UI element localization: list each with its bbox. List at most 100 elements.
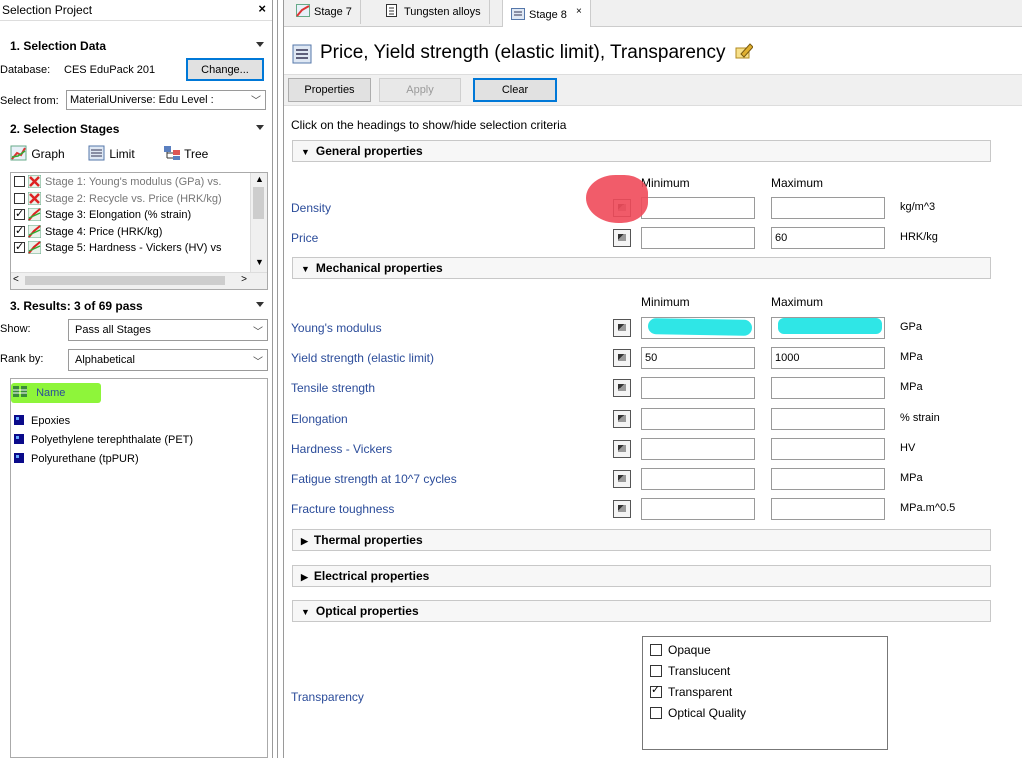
unit-label: MPa: [900, 381, 923, 394]
minimum-input[interactable]: [641, 407, 755, 430]
instruction-text: Click on the headings to show/hide selec…: [291, 118, 567, 132]
show-dropdown[interactable]: Pass all Stages ﹀: [68, 319, 268, 341]
maximum-column-header: Maximum: [771, 295, 824, 309]
panel-title-bar: Selection Project ×: [0, 0, 272, 21]
tab-stage-7[interactable]: Stage 7: [288, 0, 361, 24]
tab-stage-8[interactable]: Stage 8 ×: [502, 0, 591, 27]
scroll-thumb[interactable]: [253, 187, 264, 219]
stage-label: Stage 1: Young's modulus (GPa) vs.: [45, 176, 222, 188]
stage-checkbox[interactable]: [14, 176, 25, 187]
maximum-input[interactable]: [771, 377, 885, 400]
stage-label: Stage 2: Recycle vs. Price (HRK/kg): [45, 192, 222, 205]
minimum-input[interactable]: [641, 468, 755, 490]
transparency-option[interactable]: Translucent: [650, 664, 730, 678]
graph-stage-button[interactable]: Graph: [10, 145, 65, 165]
optical-properties-header[interactable]: ▼ Optical properties: [292, 600, 991, 622]
results-header[interactable]: 3. Results: 3 of 69 pass: [0, 296, 272, 316]
scroll-right-icon[interactable]: >: [241, 274, 247, 285]
scroll-up-icon[interactable]: ▲: [255, 174, 264, 184]
maximum-input[interactable]: [771, 197, 885, 219]
general-properties-header[interactable]: ▼ General properties: [292, 140, 991, 162]
stage-row[interactable]: Stage 2: Recycle vs. Price (HRK/kg): [14, 191, 222, 207]
stages-hscrollbar[interactable]: < >: [11, 272, 267, 289]
stage-graph-failed-icon: [27, 191, 42, 205]
limit-stage-button[interactable]: Limit: [88, 145, 135, 165]
maximum-input[interactable]: [771, 437, 885, 460]
stages-scrollbar[interactable]: ▲ ▼: [250, 173, 267, 273]
scroll-left-icon[interactable]: <: [13, 274, 19, 285]
collapse-arrow-icon: [256, 42, 264, 47]
transparency-option-label: Optical Quality: [668, 706, 747, 720]
tab-close-icon[interactable]: ×: [576, 6, 582, 17]
tab-tungsten-alloys[interactable]: Tungsten alloys: [378, 0, 490, 24]
result-item[interactable]: Polyurethane (tpPUR): [14, 450, 139, 468]
density-highlight-mark: [586, 175, 648, 223]
stage-checkbox[interactable]: [14, 239, 25, 255]
transparency-option[interactable]: Optical Quality: [650, 706, 746, 720]
tree-label: Tree: [184, 147, 209, 161]
maximum-column-header: Maximum: [771, 176, 824, 190]
panel-splitter[interactable]: [272, 0, 284, 758]
stage-row[interactable]: Stage 1: Young's modulus (GPa) vs.: [14, 174, 221, 190]
select-from-dropdown[interactable]: MaterialUniverse: Edu Level : ﹀: [66, 90, 266, 110]
chart-select-icon[interactable]: [613, 319, 631, 337]
stage-checkbox[interactable]: [14, 192, 25, 204]
thermal-properties-header[interactable]: ▶ Thermal properties: [292, 529, 991, 551]
limit-icon: [511, 8, 525, 20]
stage-row[interactable]: Stage 3: Elongation (% strain): [14, 206, 192, 223]
result-item[interactable]: Epoxies: [14, 412, 70, 430]
unit-label: GPa: [900, 321, 923, 333]
chart-select-icon[interactable]: [613, 439, 631, 458]
selection-stages-header[interactable]: 2. Selection Stages: [0, 119, 272, 139]
transparency-option[interactable]: Transparent: [650, 683, 732, 699]
maximum-input[interactable]: 60: [771, 227, 885, 249]
chart-select-icon[interactable]: [613, 409, 631, 428]
transparency-option[interactable]: Opaque: [650, 643, 711, 657]
apply-button[interactable]: Apply: [379, 78, 461, 102]
tab-label: Tungsten alloys: [404, 6, 481, 18]
change-database-button[interactable]: Change...: [186, 58, 264, 81]
stage-label: Stage 3: Elongation (% strain): [45, 209, 192, 221]
properties-button[interactable]: Properties: [288, 78, 371, 102]
result-item[interactable]: Polyethylene terephthalate (PET): [14, 431, 193, 449]
hscroll-thumb[interactable]: [25, 276, 225, 285]
transparency-checkbox[interactable]: [650, 665, 662, 677]
chart-select-icon[interactable]: [613, 349, 631, 368]
transparency-option-label: Opaque: [668, 643, 711, 657]
mechanical-properties-header[interactable]: ▼ Mechanical properties: [292, 257, 991, 279]
rank-by-dropdown[interactable]: Alphabetical ﹀: [68, 349, 268, 371]
edit-icon[interactable]: [735, 43, 754, 59]
chart-select-icon[interactable]: [613, 229, 631, 247]
selection-data-header[interactable]: 1. Selection Data: [0, 36, 272, 56]
stage-row[interactable]: Stage 5: Hardness - Vickers (HV) vs: [14, 239, 221, 256]
maximum-input[interactable]: [771, 407, 885, 430]
chart-select-icon[interactable]: [613, 379, 631, 398]
chart-select-icon[interactable]: [613, 500, 631, 519]
stage-checkbox[interactable]: [14, 206, 25, 222]
clear-button[interactable]: Clear: [473, 78, 557, 102]
maximum-input[interactable]: [771, 468, 885, 490]
maximum-input[interactable]: [771, 498, 885, 521]
stage-checkbox[interactable]: [14, 223, 25, 239]
minimum-input[interactable]: [641, 197, 755, 219]
minimum-input[interactable]: [641, 227, 755, 249]
transparency-checkbox[interactable]: [650, 707, 662, 719]
tree-stage-button[interactable]: Tree: [163, 145, 208, 165]
transparency-checkbox[interactable]: [650, 683, 662, 698]
minimum-input[interactable]: [641, 437, 755, 460]
chart-select-icon[interactable]: [613, 470, 631, 488]
unit-label: kg/m^3: [900, 201, 936, 213]
name-column-header[interactable]: Name: [13, 386, 65, 399]
minimum-input[interactable]: [641, 498, 755, 521]
stage-row[interactable]: Stage 4: Price (HRK/kg): [14, 223, 162, 240]
minimum-input[interactable]: [641, 377, 755, 400]
electrical-properties-header[interactable]: ▶ Electrical properties: [292, 565, 991, 587]
rank-by-value: Alphabetical: [75, 354, 135, 366]
close-icon[interactable]: ×: [258, 1, 266, 16]
minimum-input[interactable]: 50: [641, 347, 755, 370]
maximum-input[interactable]: 1000: [771, 347, 885, 370]
transparency-checkbox[interactable]: [650, 644, 662, 656]
limit-icon: [292, 44, 312, 64]
expanded-arrow-icon: ▼: [301, 264, 310, 274]
scroll-down-icon[interactable]: ▼: [255, 257, 264, 267]
